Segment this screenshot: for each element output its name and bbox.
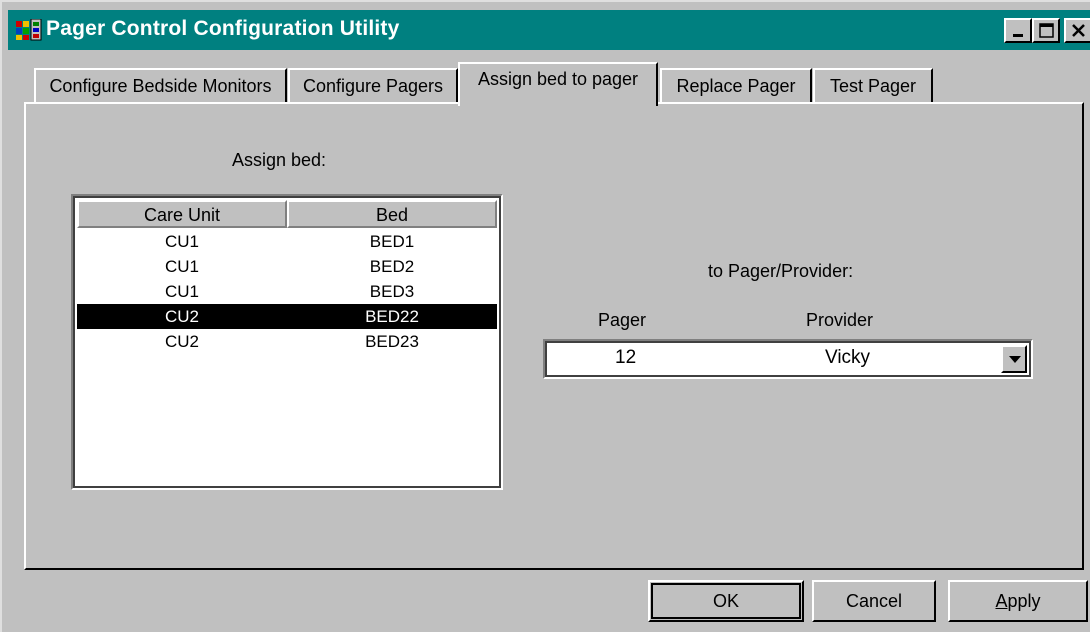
title-bar[interactable]: Pager Control Configuration Utility [8, 10, 1090, 50]
list-item[interactable]: CU2 BED23 [77, 329, 497, 354]
list-item[interactable]: CU1 BED1 [77, 229, 497, 254]
assign-bed-heading: Assign bed: [232, 150, 327, 170]
care-unit-cell: CU1 [164, 257, 199, 276]
close-button[interactable] [1064, 18, 1090, 43]
column-header-care-unit[interactable]: Care Unit [77, 200, 287, 228]
tab-panel-assign-bed: Assign bed: Care Unit Bed CU1 BED1 CU1 B… [24, 102, 1084, 570]
bed-cell: BED1 [369, 232, 415, 251]
tab-assign-bed-to-pager[interactable]: Assign bed to pager [458, 62, 658, 106]
provider-column-label: Provider [806, 310, 874, 330]
tab-configure-bedside-monitors[interactable]: Configure Bedside Monitors [34, 68, 287, 102]
bed-cell: BED3 [369, 282, 415, 301]
bed-cell: BED2 [369, 257, 415, 276]
maximize-icon [1039, 23, 1054, 38]
tab-test-pager[interactable]: Test Pager [813, 68, 933, 102]
listbox-rows: CU1 BED1 CU1 BED2 CU1 BED3 CU2 BED22 CU2 [77, 229, 497, 354]
bed-cell: BED23 [365, 332, 419, 351]
care-unit-cell: CU2 [164, 332, 199, 351]
maximize-button[interactable] [1032, 18, 1060, 43]
close-icon [1072, 24, 1085, 37]
care-unit-cell: CU1 [164, 232, 199, 251]
app-window: Pager Control Configuration Utility Conf… [0, 0, 1090, 632]
ok-button[interactable]: OK [648, 580, 804, 622]
care-unit-cell: CU2 [164, 307, 199, 326]
list-item[interactable]: CU1 BED2 [77, 254, 497, 279]
tab-configure-pagers[interactable]: Configure Pagers [288, 68, 458, 102]
minimize-button[interactable] [1004, 18, 1032, 43]
window-title: Pager Control Configuration Utility [46, 17, 400, 40]
list-item[interactable]: CU1 BED3 [77, 279, 497, 304]
care-unit-cell: CU1 [164, 282, 199, 301]
chevron-down-icon [1009, 356, 1021, 363]
bed-cell: BED22 [365, 307, 419, 326]
selected-provider-value: Vicky [825, 347, 871, 368]
apply-button[interactable]: Apply [948, 580, 1088, 622]
pager-provider-combobox[interactable]: 12 Vicky [543, 339, 1033, 379]
minimize-icon [1013, 34, 1023, 37]
bed-listbox[interactable]: Care Unit Bed CU1 BED1 CU1 BED2 CU1 BED3… [71, 194, 503, 490]
pager-provider-heading: to Pager/Provider: [708, 261, 854, 281]
column-header-bed[interactable]: Bed [287, 200, 497, 228]
app-grid-icon [16, 19, 42, 41]
list-item-selected[interactable]: CU2 BED22 [77, 304, 497, 329]
pager-column-label: Pager [598, 310, 647, 330]
listbox-header: Care Unit Bed [77, 200, 497, 228]
combobox-dropdown-button[interactable] [1001, 345, 1027, 373]
cancel-button[interactable]: Cancel [812, 580, 936, 622]
selected-pager-value: 12 [615, 347, 637, 368]
tab-replace-pager[interactable]: Replace Pager [660, 68, 812, 102]
